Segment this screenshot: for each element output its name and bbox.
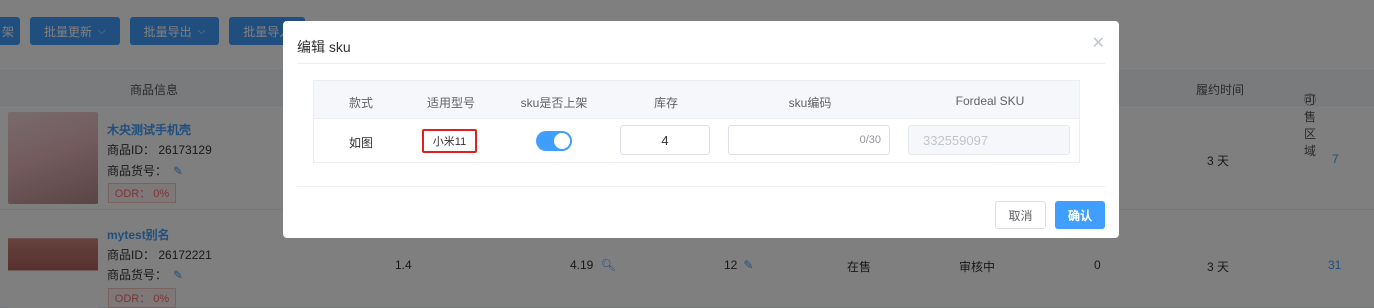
sku-table: 款式 适用型号 sku是否上架 库存 sku编码 Fordeal SKU 如图 … [313,80,1080,163]
stock-input[interactable]: 4 [620,125,710,155]
cancel-button[interactable]: 取消 [995,201,1046,229]
fordeal-sku-input: 332559097 [908,125,1070,155]
cell-style: 如图 [348,136,374,150]
close-icon[interactable]: ✕ [1092,33,1105,53]
sku-table-header: 款式 适用型号 sku是否上架 库存 sku编码 Fordeal SKU [314,81,1079,119]
header-fordeal-sku: Fordeal SKU [955,94,1025,108]
dialog-title: 编辑 sku [297,39,351,55]
header-sku-code: sku编码 [788,96,832,110]
header-stock: 库存 [653,96,679,110]
header-onsale: sku是否上架 [520,96,588,110]
divider [297,186,1105,187]
sku-code-input[interactable]: 0/30 [728,125,890,155]
toggle-knob [554,133,570,149]
header-style: 款式 [348,96,374,110]
onsale-toggle[interactable] [536,131,572,151]
divider [297,63,1105,64]
header-model: 适用型号 [426,96,476,110]
cell-model-highlighted: 小米11 [422,129,477,153]
edit-sku-dialog: 编辑 sku ✕ 款式 适用型号 sku是否上架 库存 sku编码 Fordea… [283,21,1119,238]
confirm-button[interactable]: 确认 [1055,201,1105,229]
